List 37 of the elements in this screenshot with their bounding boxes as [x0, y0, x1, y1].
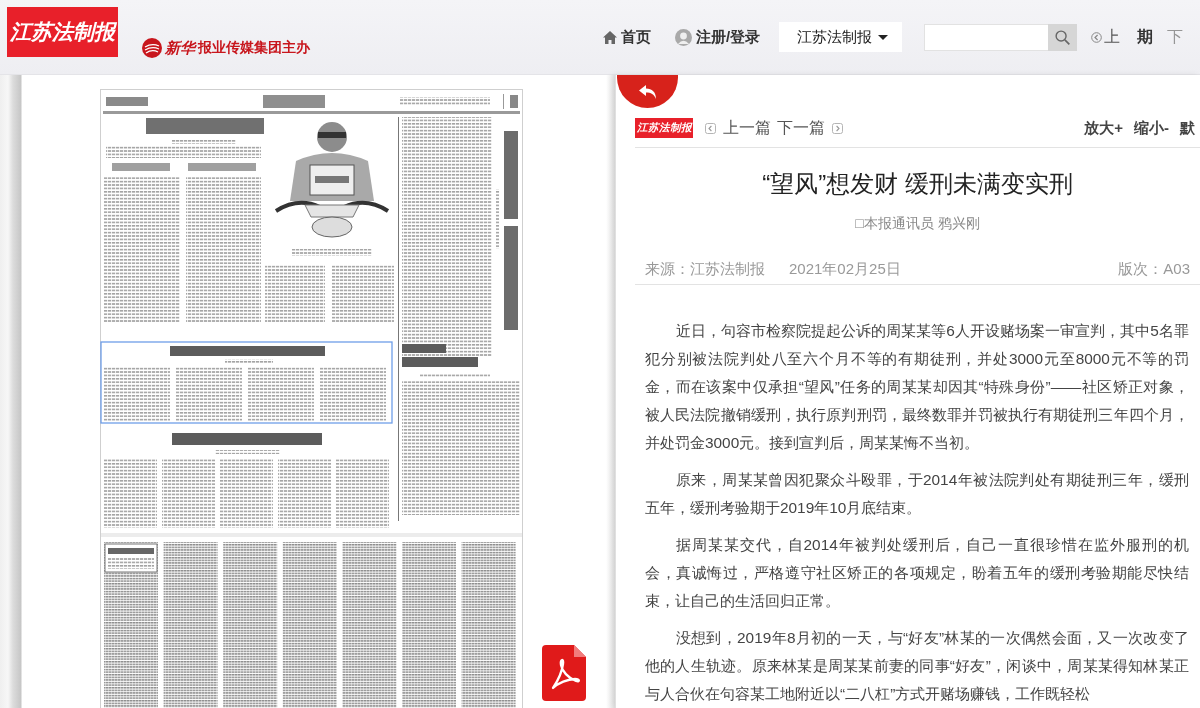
search-button[interactable] — [1048, 23, 1078, 51]
login-link[interactable]: 注册/登录 — [675, 27, 761, 47]
back-button[interactable] — [617, 75, 678, 108]
article-highlight-frame[interactable] — [100, 341, 393, 424]
user-icon — [675, 28, 692, 46]
pdf-icon[interactable] — [542, 645, 586, 701]
search-field[interactable] — [924, 23, 1049, 51]
chevron-left-icon — [705, 122, 716, 134]
search-icon — [1055, 29, 1071, 45]
home-icon — [603, 30, 617, 44]
newspaper-page-drawing[interactable] — [100, 89, 523, 708]
issue-label: 期 — [1137, 26, 1154, 47]
site-logo[interactable]: 江苏法制报 — [7, 7, 118, 57]
previous-issue-link[interactable]: 上 — [1091, 26, 1121, 48]
article-paragraph: 近日，句容市检察院提起公诉的周某某等6人开设赌场案一审宣判，其中5名罪犯分别被法院判处八至六个月不等的有期徒刑，并处3000元至8000元不等的罚金，而在该案中仅承担“望风”任务的周某某却因其“特殊身份”——社区矫正对象，被人民法院撤销缓刑，执行原判刑罚，最终数罪并罚被执行有期徒刑三年四个月，并处罚金3000元。接到宣判后，周某某悔不当初。 — [645, 321, 1189, 453]
home-link[interactable]: 首页 — [603, 27, 651, 47]
font-size-button[interactable]: 默 — [1180, 118, 1195, 138]
caret-down-icon — [878, 34, 889, 40]
source-label: 来源：江苏法制报 — [645, 259, 765, 279]
publisher-text: 报业传媒集团主办 — [198, 39, 310, 57]
publish-date: 2021年02月25日 — [789, 259, 901, 279]
back-arrow-icon — [637, 83, 658, 100]
chevron-right-icon — [832, 122, 843, 134]
previous-article-link[interactable]: 上一篇 — [705, 117, 771, 139]
article-paragraph: 没想到，2019年8月初的一天，与“好友”林某的一次偶然会面，又一次改变了他的人生轨迹。原来林某是周某某前妻的同事“好友”，闲谈中，周某某得知林某正与人合伙在句容某工地附近以“二八杠”方式开赌场赚钱，工作既轻松 — [645, 628, 1189, 704]
newspaper-select[interactable]: 江苏法制报 — [779, 22, 903, 52]
article-byline: □本报通讯员 鸦兴刚 — [854, 214, 981, 233]
article-paragraph: 据周某某交代，自2014年被判处缓刑后，自己一直很珍惜在监外服刑的机会，真诚悔过，严格遵守社区矫正的各项规定，盼着五年的缓刑考验期能尽快结束，让自己的生活回归正常。 — [645, 535, 1189, 611]
newspaper-logo: 江苏法制报 — [635, 118, 693, 138]
article-paragraph: 原来，周某某曾因犯聚众斗殴罪，于2014年被法院判处有期徒刑三年，缓刑五年，缓刑考验期于2019年10月底结束。 — [645, 470, 1189, 518]
chevron-left-circle-icon — [1091, 31, 1103, 43]
article-title: “望风”想发财 缓刑未满变实刑 — [761, 169, 1074, 199]
next-article-link[interactable]: 下一篇 — [777, 117, 843, 139]
font-size-button[interactable]: 缩小- — [1134, 118, 1169, 138]
edition-label: 版次：A03 — [1118, 259, 1190, 279]
publisher-emblem-icon — [142, 38, 162, 58]
font-size-button[interactable]: 放大+ — [1084, 118, 1123, 138]
